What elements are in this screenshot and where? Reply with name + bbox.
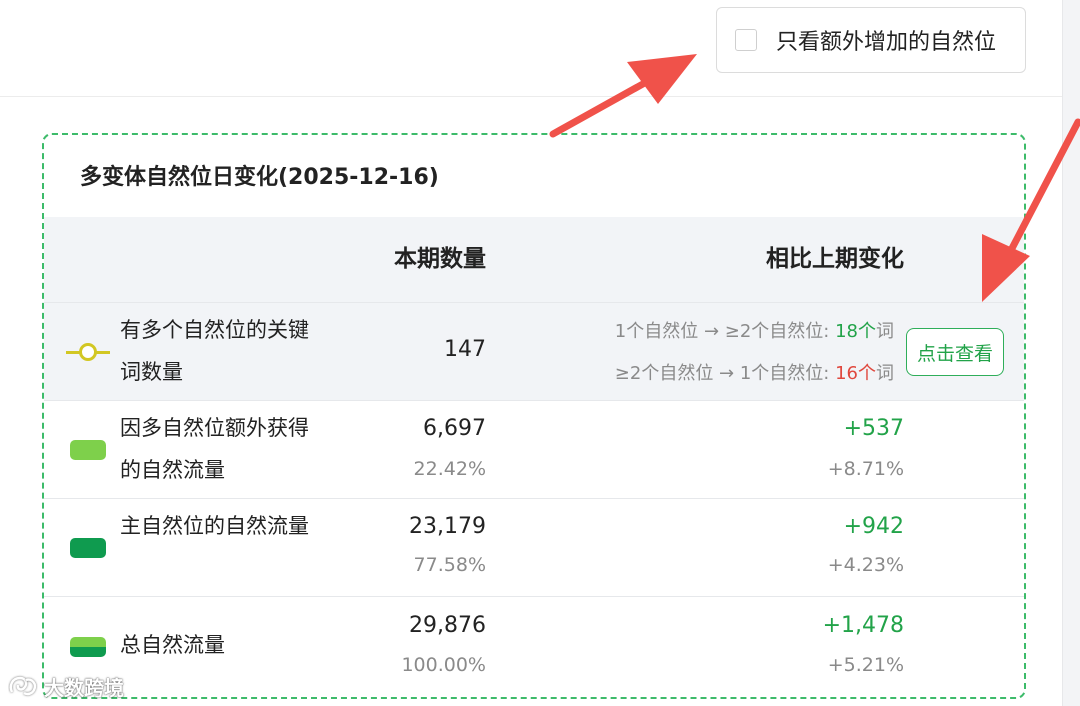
table-row-extra-traffic: 因多自然位额外获得的自然流量 6,697 22.42% +537 +8.71% bbox=[44, 401, 1024, 499]
table-row-main-traffic: 主自然位的自然流量 23,179 77.58% +942 +4.23% bbox=[44, 499, 1024, 597]
extra-traffic-value: 6,697 bbox=[423, 416, 486, 441]
main-traffic-change: +942 bbox=[843, 514, 904, 539]
main-traffic-change-pct: +4.23% bbox=[827, 554, 904, 576]
total-traffic-change: +1,478 bbox=[822, 613, 904, 638]
light-green-legend-icon bbox=[70, 440, 106, 460]
watermark-logo-icon bbox=[9, 676, 37, 696]
extra-traffic-change-pct: +8.71% bbox=[827, 458, 904, 480]
row-label-keyword-count: 有多个自然位的关键词数量 bbox=[120, 318, 309, 384]
watermark-text: 大数跨境 bbox=[44, 675, 124, 700]
total-traffic-change-pct: +5.21% bbox=[827, 654, 904, 676]
total-traffic-value: 29,876 bbox=[409, 613, 486, 638]
variant-positions-card: 多变体自然位日变化(2025-12-16) 本期数量 相比上期变化 有多个自然位… bbox=[42, 133, 1026, 699]
transition-down-count: 16个 bbox=[835, 363, 876, 384]
extra-traffic-share: 22.42% bbox=[413, 458, 486, 480]
arrow-to-filter-icon bbox=[549, 54, 697, 138]
row-label-extra-traffic: 因多自然位额外获得的自然流量 bbox=[120, 416, 309, 482]
transition-up-count: 18个 bbox=[835, 321, 876, 342]
table-row-total-traffic: 总自然流量 29,876 100.00% +1,478 +5.21% bbox=[44, 597, 1024, 697]
keyword-count-value: 147 bbox=[444, 337, 486, 362]
row-label-main-traffic: 主自然位的自然流量 bbox=[120, 514, 309, 538]
main-traffic-value: 23,179 bbox=[409, 514, 486, 539]
filter-checkbox[interactable] bbox=[735, 29, 757, 51]
column-change: 相比上期变化 bbox=[766, 246, 904, 272]
transition-up: 1个自然位 → ≥2个自然位: 18个词 bbox=[614, 321, 894, 342]
header-divider bbox=[0, 96, 1062, 97]
main-traffic-share: 77.58% bbox=[413, 554, 486, 576]
line-legend-icon bbox=[66, 342, 110, 362]
table-header: 本期数量 相比上期变化 bbox=[44, 217, 1024, 303]
watermark: 大数跨境 bbox=[8, 672, 124, 700]
total-traffic-share: 100.00% bbox=[401, 654, 486, 676]
scrollbar-track[interactable] bbox=[1062, 0, 1080, 706]
row-label-total-traffic: 总自然流量 bbox=[120, 633, 225, 657]
transition-down: ≥2个自然位 → 1个自然位: 16个词 bbox=[614, 363, 894, 384]
extra-positions-filter[interactable]: 只看额外增加的自然位 bbox=[716, 7, 1026, 73]
card-title: 多变体自然位日变化(2025-12-16) bbox=[80, 165, 439, 190]
two-tone-legend-icon bbox=[70, 637, 106, 657]
column-current: 本期数量 bbox=[394, 246, 486, 272]
extra-traffic-change: +537 bbox=[843, 416, 904, 441]
view-details-button[interactable]: 点击查看 bbox=[906, 328, 1004, 376]
filter-label: 只看额外增加的自然位 bbox=[776, 30, 997, 55]
table-row-keyword-count: 有多个自然位的关键词数量 147 1个自然位 → ≥2个自然位: 18个词 ≥2… bbox=[44, 303, 1024, 401]
dark-green-legend-icon bbox=[70, 538, 106, 558]
